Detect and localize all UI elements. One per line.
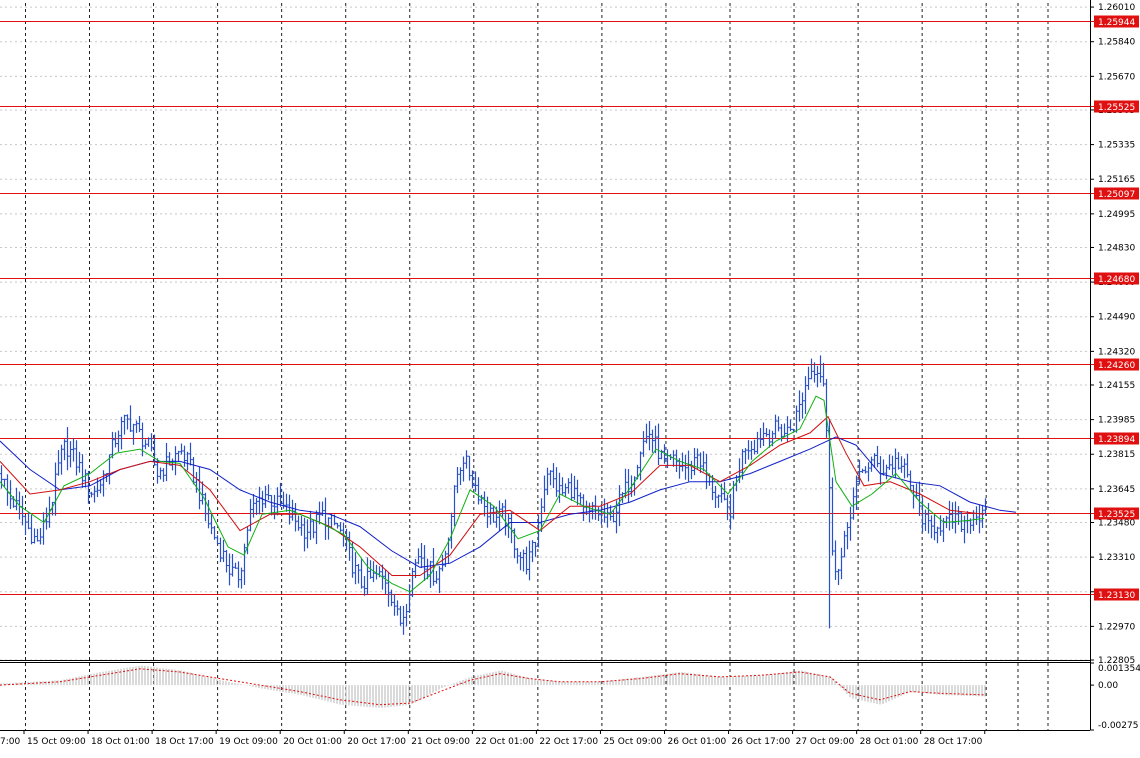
time-tick-label: 22 Oct 01:00 bbox=[475, 737, 534, 747]
price-tick-label: 1.23310 bbox=[1098, 553, 1135, 563]
price-tick-label: 1.23645 bbox=[1098, 485, 1135, 495]
time-tick-label: 26 Oct 17:00 bbox=[732, 737, 791, 747]
price-tick-label: 1.22970 bbox=[1098, 622, 1135, 632]
level-label: 1.25944 bbox=[1098, 18, 1135, 28]
time-tick-label: 19 Oct 09:00 bbox=[219, 737, 278, 747]
time-tick-label: 18 Oct 01:00 bbox=[91, 737, 150, 747]
chart-canvas[interactable]: 1.260101.258401.256701.255051.253351.251… bbox=[0, 0, 1140, 754]
price-tick-label: 1.24490 bbox=[1098, 313, 1135, 323]
price-tick-label: 1.25840 bbox=[1098, 38, 1135, 48]
price-tick-label: 1.26010 bbox=[1098, 3, 1135, 13]
time-tick-label: 18 Oct 17:00 bbox=[155, 737, 214, 747]
time-tick-label: 27 Oct 09:00 bbox=[796, 737, 855, 747]
time-tick-label: 22 Oct 17:00 bbox=[539, 737, 598, 747]
price-tick-label: 1.25670 bbox=[1098, 72, 1135, 82]
time-tick-label: 20 Oct 17:00 bbox=[347, 737, 406, 747]
level-label: 1.25525 bbox=[1098, 103, 1135, 113]
price-tick-label: 1.24320 bbox=[1098, 347, 1135, 357]
price-chart-window[interactable]: 1.260101.258401.256701.255051.253351.251… bbox=[0, 0, 1140, 754]
price-tick-label: 1.23985 bbox=[1098, 416, 1135, 426]
level-label: 1.23130 bbox=[1098, 591, 1135, 601]
price-tick-label: 1.23815 bbox=[1098, 450, 1135, 460]
level-label: 1.24260 bbox=[1098, 361, 1135, 371]
time-tick-label: 28 Oct 17:00 bbox=[924, 737, 983, 747]
time-tick-label: 28 Oct 01:00 bbox=[860, 737, 919, 747]
time-tick-label: 26 Oct 01:00 bbox=[668, 737, 727, 747]
oscillator-tick-label: 0.00 bbox=[1098, 681, 1118, 691]
time-tick-label: 25 Oct 09:00 bbox=[603, 737, 662, 747]
price-tick-label: 1.25335 bbox=[1098, 141, 1135, 151]
time-tick-label: 7:00 bbox=[0, 737, 20, 747]
time-tick-label: 15 Oct 09:00 bbox=[27, 737, 86, 747]
chart-background bbox=[0, 0, 1140, 754]
oscillator-tick-label: -0.00275 bbox=[1098, 721, 1138, 731]
price-tick-label: 1.24995 bbox=[1098, 210, 1135, 220]
level-label: 1.23525 bbox=[1098, 510, 1135, 520]
price-tick-label: 1.24830 bbox=[1098, 243, 1135, 253]
price-tick-label: 1.25165 bbox=[1098, 175, 1135, 185]
oscillator-tick-label: 0.001354 bbox=[1098, 664, 1140, 674]
level-label: 1.24680 bbox=[1098, 275, 1135, 285]
level-label: 1.25097 bbox=[1098, 190, 1135, 200]
time-tick-label: 20 Oct 01:00 bbox=[283, 737, 342, 747]
level-label: 1.23894 bbox=[1098, 435, 1135, 445]
time-tick-label: 21 Oct 09:00 bbox=[411, 737, 470, 747]
price-tick-label: 1.24155 bbox=[1098, 381, 1135, 391]
